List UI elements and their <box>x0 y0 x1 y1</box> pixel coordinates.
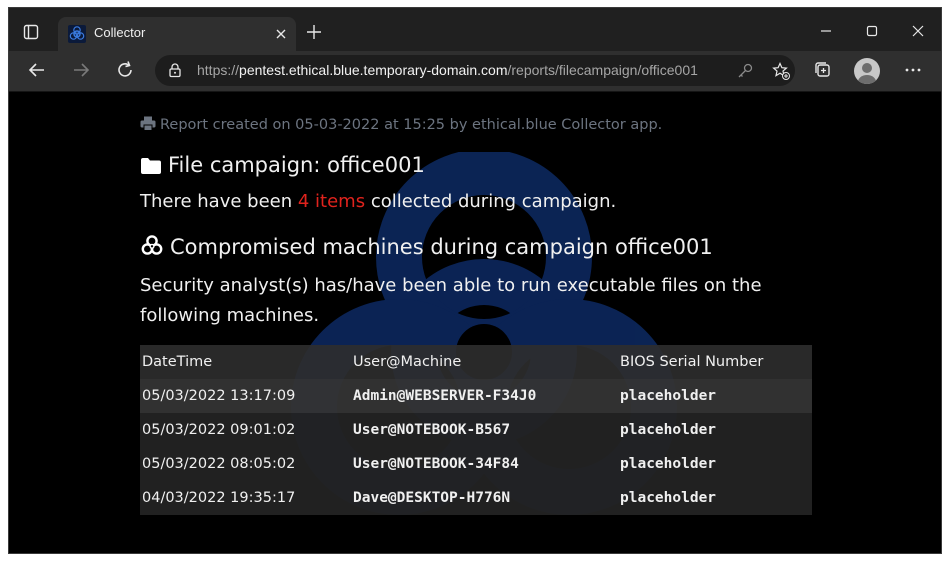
cell-bios-serial: placeholder <box>618 481 812 515</box>
items-count: 4 items <box>297 191 366 212</box>
cell-datetime: 05/03/2022 09:01:02 <box>140 413 351 447</box>
items-suffix: collected during campaign. <box>365 191 617 212</box>
browser-window: Collector https://pentest.ethical.blue.t… <box>8 7 942 554</box>
biohazard-icon <box>141 235 163 255</box>
table-header-row: DateTime User@Machine BIOS Serial Number <box>140 345 812 379</box>
tab-collector[interactable]: Collector <box>58 17 296 51</box>
campaign-heading-text: File campaign: office001 <box>168 153 425 177</box>
cell-datetime: 04/03/2022 19:35:17 <box>140 481 351 515</box>
campaign-heading: File campaign: office001 <box>140 153 425 177</box>
url-prefix: https:// <box>197 62 240 78</box>
address-bar[interactable]: https://pentest.ethical.blue.temporary-d… <box>155 55 795 86</box>
header-user-machine: User@Machine <box>351 345 618 379</box>
minimize-icon[interactable] <box>814 19 838 43</box>
url-text[interactable]: https://pentest.ethical.blue.temporary-d… <box>197 62 698 78</box>
table-row: 05/03/2022 08:05:02 User@NOTEBOOK-34F84 … <box>140 447 812 481</box>
report-created-line: Report created on 05-03-2022 at 15:25 by… <box>140 116 662 133</box>
report-created-text: Report created on 05-03-2022 at 15:25 by… <box>160 117 663 133</box>
table-row: 05/03/2022 09:01:02 User@NOTEBOOK-B567 p… <box>140 413 812 447</box>
folder-icon <box>141 158 161 174</box>
toolbar: https://pentest.ethical.blue.temporary-d… <box>9 51 941 92</box>
collections-icon[interactable] <box>812 59 834 81</box>
url-host: pentest.ethical.blue.temporary-domain.co… <box>239 62 508 78</box>
cell-user-machine: User@NOTEBOOK-B567 <box>351 413 618 447</box>
cell-bios-serial: placeholder <box>618 379 812 413</box>
more-icon[interactable] <box>902 59 924 81</box>
tab-strip: Collector <box>9 8 941 51</box>
tab-title: Collector <box>94 25 146 40</box>
maximize-icon[interactable] <box>860 19 884 43</box>
page-content: Report created on 05-03-2022 at 15:25 by… <box>9 92 941 553</box>
refresh-icon[interactable] <box>114 59 136 81</box>
favorite-star-icon[interactable] <box>771 61 791 81</box>
compromised-heading: Compromised machines during campaign off… <box>140 234 713 259</box>
cell-user-machine: User@NOTEBOOK-34F84 <box>351 447 618 481</box>
profile-icon[interactable] <box>854 58 880 84</box>
cell-user-machine: Admin@WEBSERVER-F34J0 <box>351 379 618 413</box>
tab-actions-icon[interactable] <box>23 24 39 40</box>
lock-icon[interactable] <box>167 62 183 78</box>
close-icon[interactable] <box>272 25 290 43</box>
items-prefix: There have been <box>140 191 298 212</box>
table-row: 05/03/2022 13:17:09 Admin@WEBSERVER-F34J… <box>140 379 812 413</box>
url-path: /reports/filecampaign/office001 <box>507 62 698 78</box>
header-datetime: DateTime <box>140 345 351 379</box>
machines-table: DateTime User@Machine BIOS Serial Number… <box>140 345 812 515</box>
header-bios-serial: BIOS Serial Number <box>618 345 812 379</box>
cell-user-machine: Dave@DESKTOP-H776N <box>351 481 618 515</box>
table-row: 04/03/2022 19:35:17 Dave@DESKTOP-H776N p… <box>140 481 812 515</box>
cell-datetime: 05/03/2022 08:05:02 <box>140 447 351 481</box>
analyst-text: Security analyst(s) has/have been able t… <box>140 275 762 326</box>
cell-bios-serial: placeholder <box>618 413 812 447</box>
close-window-icon[interactable] <box>906 19 930 43</box>
back-arrow-icon[interactable] <box>26 59 48 81</box>
plus-icon[interactable] <box>305 23 323 41</box>
cell-bios-serial: placeholder <box>618 447 812 481</box>
compromised-heading-text: Compromised machines during campaign off… <box>170 235 713 259</box>
items-collected-line: There have been 4 items collected during… <box>140 191 616 212</box>
biohazard-favicon-icon <box>68 25 86 43</box>
cell-datetime: 05/03/2022 13:17:09 <box>140 379 351 413</box>
print-icon <box>140 116 156 131</box>
key-icon[interactable] <box>735 61 755 81</box>
forward-arrow-icon[interactable] <box>70 59 92 81</box>
